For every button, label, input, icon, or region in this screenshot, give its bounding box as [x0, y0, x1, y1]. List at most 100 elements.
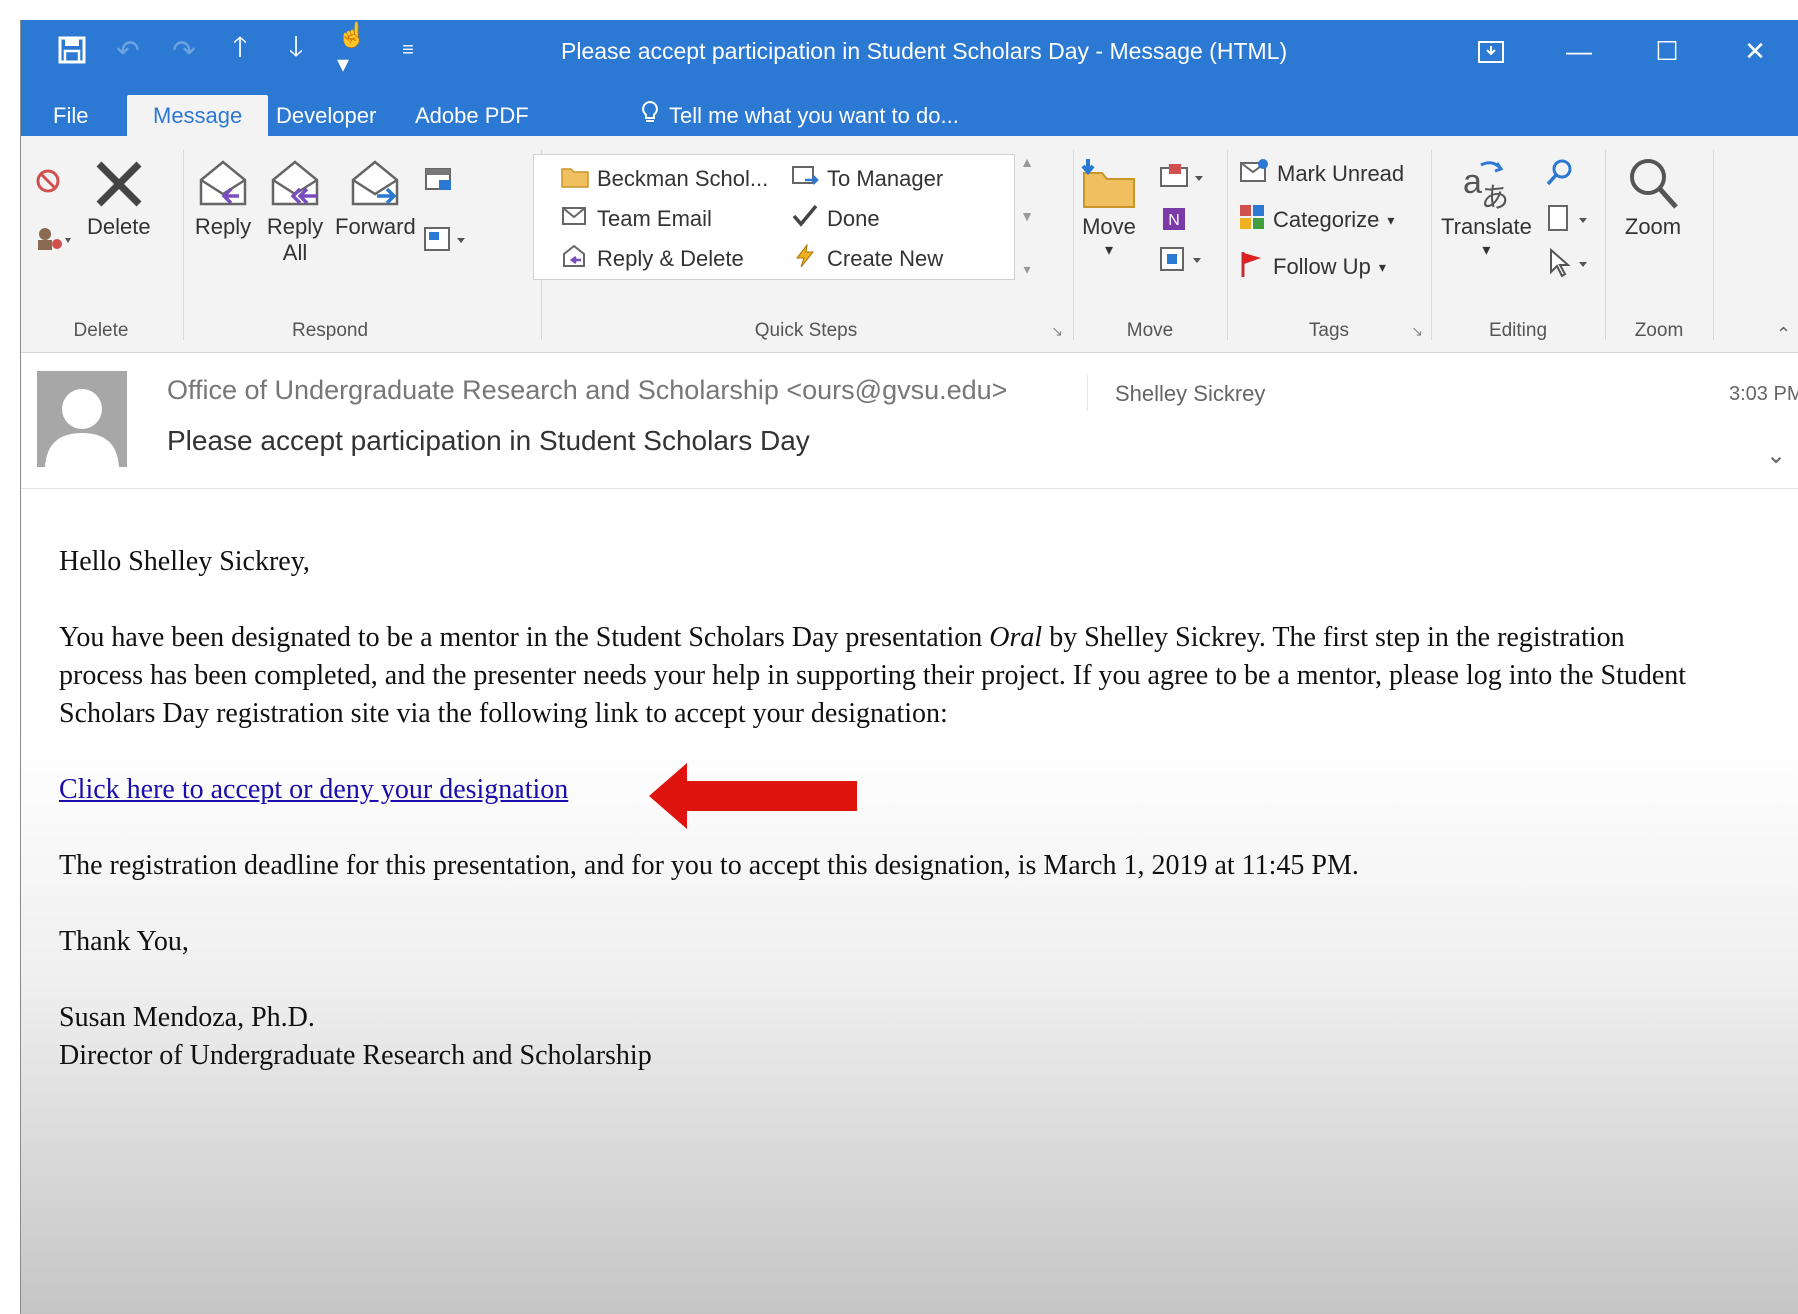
quick-steps-group-label: Quick Steps	[754, 320, 858, 341]
ribbon-display-options-icon[interactable]	[1447, 20, 1535, 83]
move-group: Move ▾ N Move	[1075, 136, 1225, 352]
scroll-down-icon[interactable]: ▼	[1020, 208, 1034, 224]
minimize-icon[interactable]: —	[1535, 20, 1623, 83]
title-bar: ↶ ↷ 🡑 🡓 ☝▾ ≡ Please accept participation…	[21, 20, 1798, 83]
tags-dialog-launcher-icon[interactable]: ↘	[1411, 323, 1423, 340]
ribbon-divider	[1431, 150, 1432, 340]
follow-up-button[interactable]: Follow Up ▾	[1239, 250, 1386, 284]
recipient[interactable]: Shelley Sickrey	[1115, 381, 1265, 407]
quick-step-create-new[interactable]: Create New	[791, 243, 944, 274]
zoom-group: Zoom Zoom	[1607, 136, 1711, 352]
deadline-paragraph: The registration deadline for this prese…	[59, 850, 1359, 881]
lightning-icon	[791, 243, 819, 274]
outlook-message-window: ↶ ↷ 🡑 🡓 ☝▾ ≡ Please accept participation…	[20, 20, 1798, 1314]
dialog-launcher-icon[interactable]: ↘	[1051, 323, 1063, 340]
quick-step-to-manager[interactable]: To Manager	[791, 164, 943, 194]
categorize-icon	[1239, 204, 1265, 236]
touch-mode-icon[interactable]: ☝▾	[337, 22, 367, 78]
reply-delete-icon	[561, 244, 589, 274]
ribbon-tabs: File Message Developer Adobe PDF Tell me…	[21, 83, 1798, 136]
ribbon-divider	[1073, 150, 1074, 340]
zoom-button[interactable]: Zoom	[1623, 154, 1683, 240]
mark-unread-icon	[1239, 158, 1269, 190]
actions-icon[interactable]	[1159, 244, 1205, 279]
move-button[interactable]: Move ▾	[1079, 154, 1139, 260]
window-controls: — ☐ ✕	[1447, 20, 1798, 83]
quick-step-label: Done	[827, 206, 880, 231]
maximize-icon[interactable]: ☐	[1623, 20, 1711, 83]
received-time: 3:03 PM	[1729, 383, 1798, 405]
svg-text:a: a	[1463, 163, 1482, 201]
quick-step-label: Reply & Delete	[597, 246, 744, 271]
quick-steps-group: Beckman Schol... To Manager Team Email D…	[21, 136, 1071, 352]
ribbon-divider	[1605, 150, 1606, 340]
next-item-icon[interactable]: 🡓	[281, 31, 311, 67]
follow-up-label: Follow Up	[1273, 254, 1371, 279]
previous-item-icon[interactable]: 🡑	[225, 31, 255, 67]
collapse-ribbon-icon[interactable]: ⌃	[1776, 324, 1791, 345]
tags-group-label: Tags	[1308, 320, 1350, 341]
quick-step-label: Create New	[827, 246, 944, 271]
svg-text:N: N	[1168, 212, 1180, 229]
translate-button[interactable]: aあ Translate ▾	[1441, 154, 1532, 260]
translate-dropdown-icon: ▾	[1482, 242, 1491, 259]
quick-step-reply-delete[interactable]: Reply & Delete	[561, 244, 744, 274]
sender[interactable]: Office of Undergraduate Research and Sch…	[167, 375, 1007, 406]
find-icon[interactable]	[1545, 158, 1575, 193]
quick-step-beckman[interactable]: Beckman Schol...	[561, 164, 768, 194]
tags-group: Mark Unread Categorize ▾ Follow Up ▾ Tag…	[1229, 136, 1429, 352]
close-icon[interactable]: ✕	[1711, 20, 1798, 83]
greeting: Hello Shelley Sickrey,	[59, 546, 310, 577]
closing: Thank You,	[59, 926, 189, 957]
checkmark-icon	[791, 204, 819, 234]
zoom-label: Zoom	[1624, 214, 1682, 239]
red-arrow-annotation-icon	[649, 763, 857, 829]
quick-steps-scroll[interactable]: ▲ ▼ ▾	[1017, 154, 1037, 278]
follow-up-dropdown-icon: ▾	[1378, 258, 1386, 275]
onenote-icon[interactable]: N	[1159, 204, 1189, 239]
message-text: Hello Shelley Sickrey, You have been des…	[59, 543, 1699, 1075]
move-label: Move	[1082, 214, 1136, 239]
gallery-more-icon[interactable]: ▾	[1023, 261, 1030, 278]
accept-designation-link[interactable]: Click here to accept or deny your design…	[59, 774, 568, 805]
categorize-label: Categorize	[1273, 207, 1380, 232]
rules-icon[interactable]	[1159, 162, 1205, 197]
move-folder-icon	[1079, 154, 1139, 214]
tell-me-text: Tell me what you want to do...	[669, 102, 959, 128]
body-text: You have been designated to be a mentor …	[59, 622, 990, 653]
envelope-icon	[561, 204, 589, 234]
tab-developer[interactable]: Developer	[276, 95, 376, 136]
editing-group-label: Editing	[1488, 320, 1548, 341]
chevron-down-icon[interactable]: ⌄	[1766, 441, 1786, 470]
forward-mail-icon	[791, 164, 819, 194]
folder-icon	[561, 164, 589, 194]
tab-adobe-pdf[interactable]: Adobe PDF	[415, 95, 529, 136]
tell-me-box[interactable]: Tell me what you want to do...	[641, 95, 959, 136]
sender-avatar	[37, 371, 127, 467]
ribbon: Delete Delete Reply Reply All Forward Re…	[21, 136, 1798, 353]
categorize-button[interactable]: Categorize ▾	[1239, 204, 1394, 236]
categorize-dropdown-icon: ▾	[1387, 211, 1395, 228]
related-icon[interactable]	[1545, 204, 1593, 239]
customize-toolbar-icon[interactable]: ≡	[393, 33, 423, 67]
editing-group: aあ Translate ▾ Editing	[1433, 136, 1603, 352]
save-icon[interactable]	[57, 33, 87, 67]
quick-step-label: To Manager	[827, 166, 944, 191]
link-paragraph: Click here to accept or deny your design…	[59, 771, 1699, 809]
undo-icon[interactable]: ↶	[113, 33, 143, 67]
quick-step-done[interactable]: Done	[791, 204, 880, 234]
flag-icon	[1239, 250, 1265, 284]
scroll-up-icon[interactable]: ▲	[1020, 154, 1034, 170]
quick-step-team-email[interactable]: Team Email	[561, 204, 712, 234]
lightbulb-icon	[641, 100, 659, 132]
window-title: Please accept participation in Student S…	[561, 38, 1288, 64]
redo-icon[interactable]: ↷	[169, 33, 199, 67]
message-header: Office of Undergraduate Research and Sch…	[21, 353, 1798, 489]
translate-icon: aあ	[1456, 154, 1516, 214]
tab-message[interactable]: Message	[127, 95, 269, 136]
move-group-label: Move	[1126, 320, 1174, 341]
quick-access-toolbar: ↶ ↷ 🡑 🡓 ☝▾ ≡	[57, 22, 423, 78]
mark-unread-button[interactable]: Mark Unread	[1239, 158, 1404, 190]
tab-file[interactable]: File	[53, 95, 88, 136]
select-icon[interactable]	[1545, 247, 1593, 283]
